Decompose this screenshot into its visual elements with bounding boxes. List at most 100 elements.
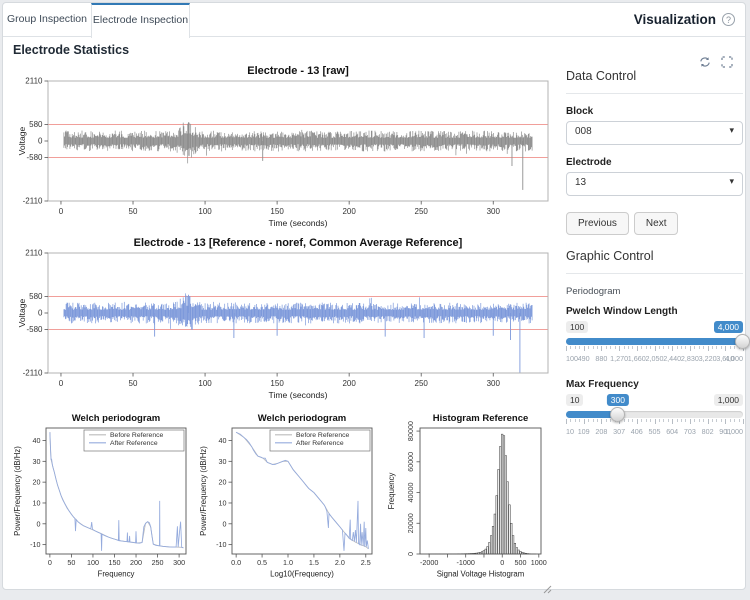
max-frequency-label: Max Frequency — [566, 379, 743, 390]
tab-group-inspection[interactable]: Group Inspection — [3, 3, 91, 36]
slider-tick-label: 1,660 — [628, 354, 646, 363]
chevron-down-icon: ▾ — [729, 125, 734, 136]
resize-handle-icon[interactable] — [543, 581, 552, 599]
slider-tick-label: 703 — [684, 427, 696, 436]
slider-minor-tick — [730, 346, 731, 349]
slider-minor-tick — [703, 419, 704, 422]
svg-text:50: 50 — [129, 207, 138, 216]
slider-minor-tick — [677, 419, 678, 422]
block-select[interactable]: 008 ▾ — [566, 121, 743, 145]
slider-minor-tick — [597, 419, 598, 422]
svg-text:580: 580 — [29, 120, 43, 129]
svg-text:0: 0 — [59, 207, 64, 216]
slider-tick-label: 10 — [566, 427, 574, 436]
slider-bar — [566, 338, 743, 345]
svg-text:100: 100 — [87, 558, 99, 567]
next-button[interactable]: Next — [634, 212, 679, 235]
svg-text:40: 40 — [33, 436, 41, 445]
slider-minor-tick — [699, 419, 700, 422]
periodogram-subsection-label: Periodogram — [566, 286, 743, 297]
slider-tick-label: 604 — [666, 427, 678, 436]
svg-text:Voltage: Voltage — [17, 298, 27, 327]
slider-minor-tick — [610, 346, 611, 349]
svg-text:0: 0 — [406, 552, 415, 556]
slider-minor-tick — [712, 346, 713, 349]
electrode-select[interactable]: 13 ▾ — [566, 172, 743, 196]
slider-minor-tick — [575, 419, 576, 422]
slider-track[interactable] — [566, 411, 743, 418]
svg-text:10: 10 — [33, 499, 41, 508]
divider — [566, 93, 743, 94]
slider-minor-tick — [659, 419, 660, 422]
slider-tick-label: 2,050 — [646, 354, 664, 363]
slider-minor-tick — [734, 419, 735, 422]
slider-tick-label: 109 — [578, 427, 590, 436]
svg-text:-580: -580 — [26, 325, 43, 334]
slider-tick-label: 505 — [649, 427, 661, 436]
svg-text:100: 100 — [198, 207, 212, 216]
slider-minor-tick — [663, 419, 664, 422]
svg-text:30: 30 — [33, 457, 41, 466]
svg-text:300: 300 — [487, 207, 501, 216]
slider-tick-label: 2,440 — [663, 354, 681, 363]
slider-minor-tick — [597, 346, 598, 349]
slider-minor-tick — [579, 419, 580, 422]
svg-text:After Reference: After Reference — [296, 440, 344, 447]
slider-tick — [584, 419, 585, 424]
svg-text:Electrode - 13 [Reference - no: Electrode - 13 [Reference - noref, Commo… — [134, 237, 463, 249]
svg-text:50: 50 — [67, 558, 75, 567]
slider-tick — [655, 419, 656, 424]
slider-minor-tick — [570, 419, 571, 422]
slider-tick — [566, 419, 567, 424]
welch-periodogram-frequency-plot: Welch periodogram050100150200250300-1001… — [11, 406, 198, 583]
svg-text:1.0: 1.0 — [283, 558, 293, 567]
svg-text:2.0: 2.0 — [335, 558, 345, 567]
slider-minor-tick — [685, 346, 686, 349]
svg-text:-2110: -2110 — [23, 197, 43, 206]
pwelch-window-length-label: Pwelch Window Length — [566, 306, 743, 317]
svg-text:0: 0 — [223, 519, 227, 528]
slider-tick — [690, 346, 691, 351]
svg-text:0.0: 0.0 — [231, 558, 241, 567]
slider-tick-label: 3,220 — [699, 354, 717, 363]
slider-tick — [672, 419, 673, 424]
svg-text:0: 0 — [59, 379, 64, 388]
slider-min-badge: 10 — [566, 394, 583, 406]
svg-text:-10: -10 — [216, 540, 226, 549]
slider-minor-tick — [668, 346, 669, 349]
slider-minor-tick — [570, 346, 571, 349]
slider-min-badge: 100 — [566, 321, 588, 333]
slider-tick-label: 1,270 — [610, 354, 628, 363]
svg-text:Log10(Frequency): Log10(Frequency) — [270, 570, 334, 579]
histogram-reference-plot: Histogram Reference-2000-100005001000020… — [385, 406, 567, 583]
svg-text:1.5: 1.5 — [309, 558, 319, 567]
graphic-control-title: Graphic Control — [566, 249, 743, 263]
slider-handle[interactable] — [610, 407, 625, 422]
slider-minor-tick — [593, 419, 594, 422]
slider-minor-tick — [681, 346, 682, 349]
tab-electrode-inspection[interactable]: Electrode Inspection — [91, 3, 190, 38]
divider — [566, 273, 743, 274]
slider-track[interactable] — [566, 338, 743, 345]
slider-minor-tick — [641, 419, 642, 422]
svg-text:0: 0 — [500, 558, 504, 567]
help-icon[interactable]: ? — [722, 13, 735, 26]
previous-button[interactable]: Previous — [566, 212, 629, 235]
slider-minor-tick — [699, 346, 700, 349]
slider-minor-tick — [730, 419, 731, 422]
slider-minor-tick — [716, 346, 717, 349]
slider-minor-tick — [632, 419, 633, 422]
slider-tick — [601, 419, 602, 424]
slider-handle[interactable] — [735, 334, 750, 349]
svg-text:Signal Voltage Histogram: Signal Voltage Histogram — [437, 570, 525, 579]
slider-value-badge: 300 — [607, 394, 629, 406]
slider-tick — [743, 419, 744, 424]
svg-text:Power/Frequency (dB/Hz): Power/Frequency (dB/Hz) — [199, 446, 208, 536]
svg-text:580: 580 — [29, 292, 43, 301]
svg-text:200: 200 — [342, 207, 356, 216]
slider-minor-tick — [703, 346, 704, 349]
svg-text:-10: -10 — [30, 540, 40, 549]
slider-minor-tick — [659, 346, 660, 349]
svg-text:After Reference: After Reference — [110, 440, 158, 447]
page-title: Visualization — [634, 12, 716, 27]
